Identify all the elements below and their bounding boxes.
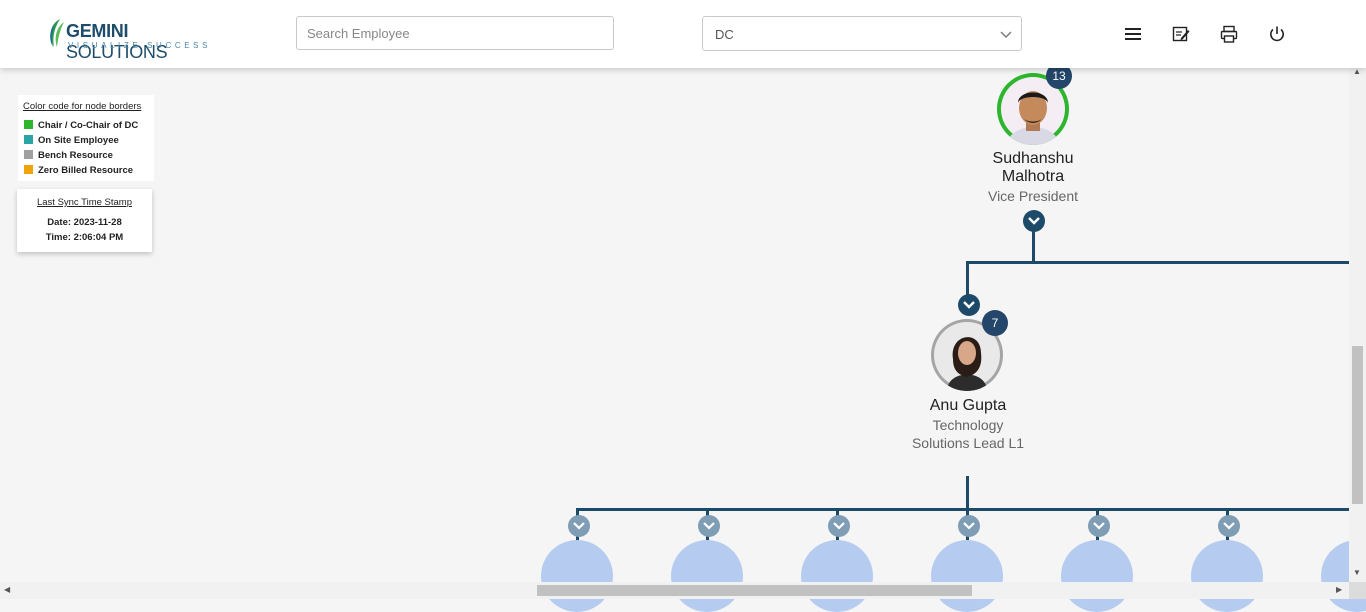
expand-toggle-button[interactable] xyxy=(958,515,980,537)
chevron-down-icon xyxy=(833,522,845,530)
connector-line xyxy=(966,476,969,511)
print-icon[interactable] xyxy=(1219,24,1239,44)
employee-node-placeholder[interactable] xyxy=(1191,540,1263,612)
legend-title: Color code for node borders xyxy=(23,101,142,112)
edit-note-icon[interactable] xyxy=(1171,24,1191,44)
employee-title-line2: Solutions Lead L1 xyxy=(911,435,1025,451)
vertical-scrollbar[interactable]: ▲ ▼ xyxy=(1349,67,1366,582)
last-sync-panel: Last Sync Time Stamp Date: 2023-11-28 Ti… xyxy=(17,189,152,252)
chevron-down-icon xyxy=(703,522,715,530)
expand-toggle-button[interactable] xyxy=(828,515,850,537)
expand-toggle-button[interactable] xyxy=(568,515,590,537)
legend-swatch xyxy=(24,150,33,159)
legend-swatch xyxy=(24,120,33,129)
chevron-down-icon xyxy=(1223,522,1235,530)
employee-node-placeholder[interactable] xyxy=(541,540,613,612)
power-icon[interactable] xyxy=(1267,24,1287,44)
employee-title: Vice President xyxy=(987,188,1078,204)
employee-name-line1: Sudhanshu xyxy=(992,150,1074,167)
horizontal-scroll-thumb[interactable] xyxy=(537,585,972,596)
sync-title: Last Sync Time Stamp xyxy=(36,197,133,208)
connector-line xyxy=(576,508,1349,511)
chevron-down-icon xyxy=(963,522,975,530)
horizontal-scrollbar[interactable]: ◀ ▶ xyxy=(0,582,1349,599)
leaf-logo-icon xyxy=(50,19,64,47)
border-color-legend: Color code for node borders Chair / Co-C… xyxy=(18,95,154,181)
connector-line xyxy=(966,261,1349,264)
connector-line xyxy=(966,261,969,295)
group-dropdown-value: DC xyxy=(715,27,734,42)
legend-swatch xyxy=(24,165,33,174)
employee-name: Anu Gupta xyxy=(929,397,1007,414)
sync-date: Date: 2023-11-28 xyxy=(47,217,122,228)
scrollbar-corner xyxy=(1349,582,1366,599)
scroll-left-arrow-icon[interactable]: ◀ xyxy=(4,585,10,594)
gemini-logo[interactable]: GEMINI SOLUTIONS VISUALIZE SUCCESS xyxy=(46,17,216,62)
chevron-down-icon xyxy=(963,301,975,309)
expand-toggle-button[interactable] xyxy=(1218,515,1240,537)
reports-count-badge: 7 xyxy=(982,310,1008,336)
connector-line xyxy=(1032,231,1035,264)
chevron-down-icon xyxy=(1028,217,1040,225)
employee-node-placeholder[interactable] xyxy=(801,540,873,612)
employee-node-placeholder[interactable] xyxy=(671,540,743,612)
collapse-toggle-button[interactable] xyxy=(1023,210,1045,232)
group-dropdown[interactable]: DC xyxy=(702,16,1022,51)
chevron-down-icon xyxy=(1000,31,1012,38)
employee-node-placeholder[interactable] xyxy=(1061,540,1133,612)
chevron-down-icon xyxy=(1093,522,1105,530)
employee-name-line2: Malhotra xyxy=(1001,168,1065,185)
scroll-up-arrow-icon[interactable]: ▲ xyxy=(1353,67,1361,76)
collapse-toggle-button[interactable] xyxy=(958,294,980,316)
sync-time: Time: 2:06:04 PM xyxy=(45,232,124,243)
vertical-scroll-thumb[interactable] xyxy=(1352,346,1363,504)
employee-node-placeholder[interactable] xyxy=(931,540,1003,612)
scroll-down-arrow-icon[interactable]: ▼ xyxy=(1353,568,1361,577)
menu-icon[interactable] xyxy=(1123,24,1143,44)
expand-toggle-button[interactable] xyxy=(698,515,720,537)
expand-toggle-button[interactable] xyxy=(1088,515,1110,537)
search-employee-input[interactable] xyxy=(296,16,614,50)
brand-tagline: VISUALIZE SUCCESS xyxy=(68,41,212,50)
employee-title-line1: Technology xyxy=(932,417,1004,433)
legend-swatch xyxy=(24,135,33,144)
scroll-right-arrow-icon[interactable]: ▶ xyxy=(1336,585,1342,594)
chevron-down-icon xyxy=(573,522,585,530)
top-header: GEMINI SOLUTIONS VISUALIZE SUCCESS DC xyxy=(0,0,1366,68)
